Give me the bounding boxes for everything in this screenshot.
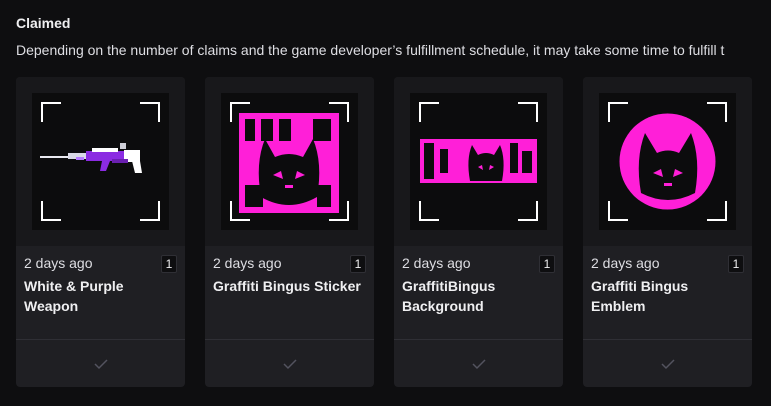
frame-corner [518,102,538,122]
reward-meta: 2 days ago 1 Graffiti Bingus Sticker [213,255,366,296]
quantity-badge: 1 [539,255,555,273]
frame-corner [707,102,727,122]
reward-image-frame [32,93,169,230]
section-description: Depending on the number of claims and th… [16,42,725,58]
claim-status [16,339,185,387]
reward-meta: 2 days ago 1 GraffitiBingus Background [402,255,555,316]
reward-card[interactable]: 2 days ago 1 GraffitiBingus Background [394,77,563,387]
claimed-time: 2 days ago [402,255,471,271]
reward-meta: 2 days ago 1 Graffiti Bingus Emblem [591,255,744,316]
reward-image-frame [221,93,358,230]
reward-thumbnail [583,77,752,246]
reward-thumbnail [205,77,374,246]
claim-status [205,339,374,387]
claimed-time: 2 days ago [591,255,660,271]
frame-corner [419,201,439,221]
frame-corner [230,102,250,122]
quantity-badge: 1 [350,255,366,273]
frame-corner [230,201,250,221]
reward-name: Graffiti Bingus Sticker [213,278,361,294]
frame-corner [140,102,160,122]
reward-card-list: 2 days ago 1 White & Purple Weapon 2 day… [16,77,752,387]
reward-name: Graffiti Bingus Emblem [591,278,689,314]
claimed-time: 2 days ago [24,255,93,271]
frame-corner [707,201,727,221]
reward-image-frame [410,93,547,230]
frame-corner [140,201,160,221]
reward-name: White & Purple Weapon [24,278,124,314]
frame-corner [41,201,61,221]
frame-corner [329,102,349,122]
frame-corner [41,102,61,122]
frame-corner [419,102,439,122]
section-title: Claimed [16,15,71,31]
frame-corner [608,201,628,221]
reward-card[interactable]: 2 days ago 1 Graffiti Bingus Emblem [583,77,752,387]
reward-card[interactable]: 2 days ago 1 Graffiti Bingus Sticker [205,77,374,387]
frame-corner [608,102,628,122]
reward-meta: 2 days ago 1 White & Purple Weapon [24,255,177,316]
quantity-badge: 1 [161,255,177,273]
claim-status [394,339,563,387]
reward-name: GraffitiBingus Background [402,278,496,314]
checkmark-icon [93,358,108,369]
quantity-badge: 1 [728,255,744,273]
reward-thumbnail [16,77,185,246]
claimed-section: Claimed Depending on the number of claim… [0,0,771,406]
reward-image-frame [599,93,736,230]
reward-thumbnail [394,77,563,246]
checkmark-icon [660,358,675,369]
claim-status [583,339,752,387]
claimed-time: 2 days ago [213,255,282,271]
frame-corner [518,201,538,221]
checkmark-icon [471,358,486,369]
reward-card[interactable]: 2 days ago 1 White & Purple Weapon [16,77,185,387]
checkmark-icon [282,358,297,369]
frame-corner [329,201,349,221]
